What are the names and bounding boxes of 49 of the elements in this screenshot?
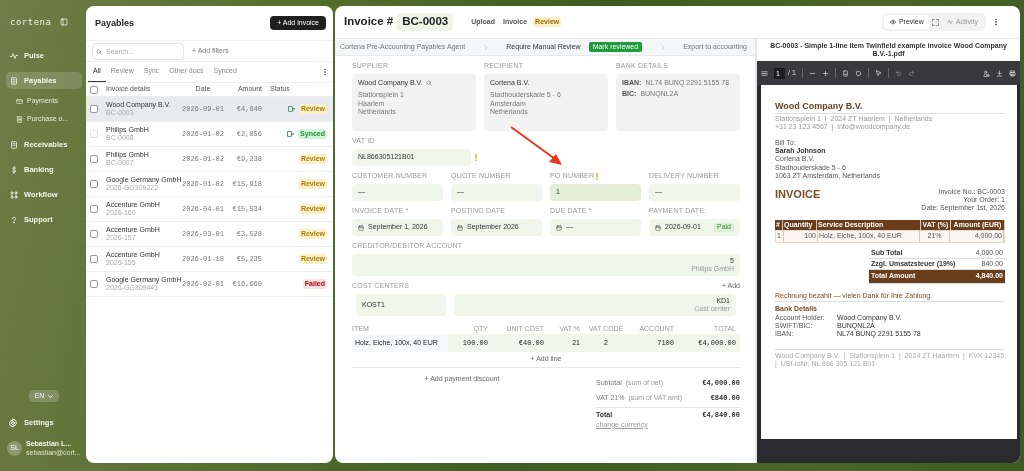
pulse-icon — [946, 19, 953, 25]
settings-icon — [8, 417, 18, 428]
calendar-icon — [556, 224, 562, 231]
row-checkbox[interactable] — [90, 155, 98, 163]
dollar-icon — [10, 165, 18, 174]
calendar-icon — [655, 224, 661, 231]
row-checkbox[interactable] — [90, 205, 98, 213]
pulse-icon — [10, 51, 18, 60]
row-checkbox[interactable] — [90, 280, 98, 288]
undo-icon[interactable] — [894, 69, 902, 77]
list-icon — [16, 116, 23, 123]
workflow-icon — [10, 190, 18, 199]
cursor-icon[interactable] — [874, 69, 882, 77]
zoom-in-icon[interactable] — [821, 69, 829, 77]
sidebar-toggle-icon[interactable] — [60, 18, 68, 26]
chevron-right-icon — [483, 44, 488, 50]
invoice-number: BC-0003 — [397, 13, 454, 31]
row-checkbox[interactable] — [90, 230, 98, 238]
more-icon[interactable] — [994, 18, 998, 26]
row-checkbox[interactable] — [90, 180, 98, 188]
panel-title: Payables — [95, 17, 135, 29]
question-icon — [10, 215, 18, 224]
rotate-icon[interactable] — [854, 69, 862, 77]
search-icon — [96, 48, 102, 55]
calendar-icon — [358, 224, 364, 231]
document-icon — [10, 76, 18, 85]
expand-icon[interactable] — [931, 18, 939, 26]
row-checkbox[interactable] — [90, 255, 98, 263]
sidebar-icon[interactable] — [761, 69, 768, 77]
annotation-arrow — [510, 126, 562, 165]
document-icon — [10, 140, 18, 149]
download-icon[interactable] — [996, 69, 1003, 77]
calendar-icon — [457, 224, 463, 231]
row-checkbox[interactable] — [90, 105, 98, 113]
invoice-heading: Invoice # — [344, 15, 394, 29]
page-fit-icon[interactable] — [841, 69, 849, 77]
eye-icon — [889, 19, 896, 25]
search-icon[interactable] — [425, 80, 432, 87]
app-logo: cortena — [10, 16, 52, 28]
chevron-down-icon — [48, 393, 54, 399]
more-icon[interactable] — [323, 68, 327, 76]
document-title: INVOICE — [775, 187, 821, 201]
chevron-right-icon — [660, 44, 665, 50]
select-all-checkbox[interactable] — [90, 85, 98, 94]
company-name: Wood Company B.V. — [775, 101, 1005, 114]
card-icon — [16, 98, 23, 105]
print-icon[interactable] — [1009, 69, 1016, 77]
redo-icon[interactable] — [907, 69, 915, 77]
annotate-icon[interactable] — [983, 69, 990, 77]
